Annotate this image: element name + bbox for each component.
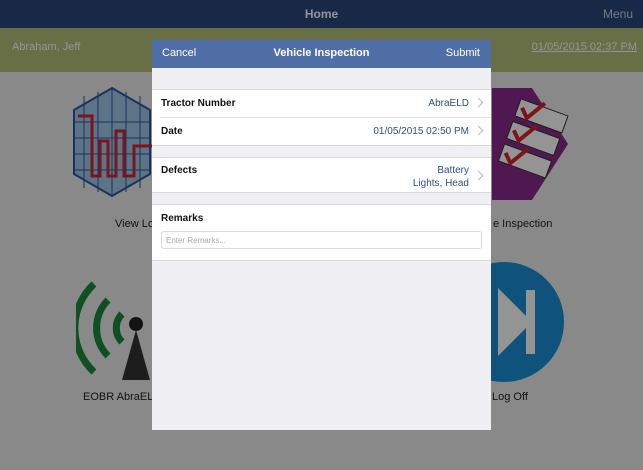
tractor-date-group: Tractor Number AbraELD Date 01/05/2015 0… [152,89,491,146]
chevron-right-icon [473,125,484,136]
tractor-number-row[interactable]: Tractor Number AbraELD [152,90,491,117]
modal-title: Vehicle Inspection [273,47,370,59]
chevron-right-icon [473,170,484,181]
defects-value: Battery Lights, Head [413,164,469,190]
date-row[interactable]: Date 01/05/2015 02:50 PM [160,117,491,145]
chevron-right-icon [473,97,484,108]
date-label: Date [161,126,183,137]
submit-button[interactable]: Submit [446,47,480,59]
defects-value-line-2: Lights, Head [412,178,469,189]
remarks-group: Remarks [152,204,491,261]
date-value: 01/05/2015 02:50 PM [373,126,469,137]
tractor-number-value: AbraELD [428,98,469,109]
tractor-number-label: Tractor Number [161,98,236,109]
remarks-section: Remarks [152,205,491,260]
remarks-label: Remarks [161,213,204,224]
vehicle-inspection-modal: Cancel Vehicle Inspection Submit Tractor… [152,40,491,430]
remarks-input[interactable] [161,231,482,249]
defects-group: Defects Battery Lights, Head [152,157,491,193]
modal-header: Cancel Vehicle Inspection Submit [152,40,491,68]
defects-label: Defects [161,165,198,176]
defects-row[interactable]: Defects Battery Lights, Head [152,158,491,192]
defects-value-line-1: Battery [437,165,469,176]
